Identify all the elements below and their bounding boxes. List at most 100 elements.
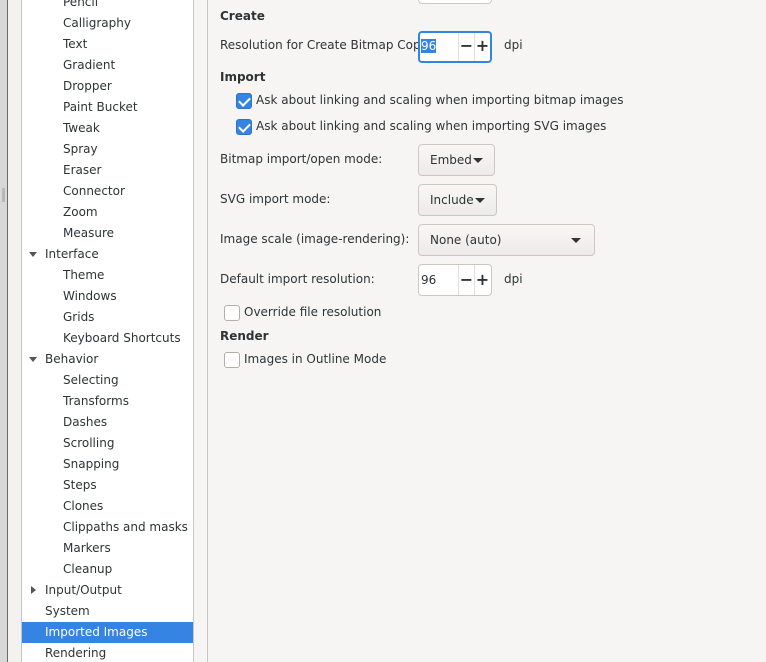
sidebar-item-label: Snapping: [63, 457, 120, 471]
sidebar-item-rendering[interactable]: Rendering: [22, 643, 193, 662]
minus-icon: −: [459, 270, 474, 289]
ask-svg-label[interactable]: Ask about linking and scaling when impor…: [256, 119, 606, 133]
sidebar-item-steps[interactable]: Steps: [22, 475, 193, 496]
create-resolution-label: Resolution for Create Bitmap Copy:: [220, 38, 431, 52]
sidebar-item-keyboard-shortcuts[interactable]: Keyboard Shortcuts: [22, 328, 193, 349]
sidebar-item-label: Spray: [63, 142, 98, 156]
create-resolution-spinbox[interactable]: 96 − +: [418, 31, 492, 63]
svg-mode-label: SVG import mode:: [220, 192, 331, 206]
sidebar-item-spray[interactable]: Spray: [22, 139, 193, 160]
sidebar-item-behavior[interactable]: Behavior: [22, 349, 193, 370]
default-res-label: Default import resolution:: [220, 272, 375, 286]
override-resolution-label[interactable]: Override file resolution: [244, 305, 381, 319]
window-frame-left: [0, 0, 8, 662]
image-scale-label: Image scale (image-rendering):: [220, 232, 410, 246]
sidebar-item-label: Imported Images: [45, 625, 148, 639]
default-res-unit: dpi: [504, 272, 523, 286]
sidebar-item-system[interactable]: System: [22, 601, 193, 622]
sidebar-item-snapping[interactable]: Snapping: [22, 454, 193, 475]
create-resolution-increment-button[interactable]: +: [474, 33, 490, 61]
sidebar-item-label: Steps: [63, 478, 97, 492]
ask-bitmap-label[interactable]: Ask about linking and scaling when impor…: [256, 93, 624, 107]
sidebar-item-label: Dashes: [63, 415, 108, 429]
sidebar-item-label: Gradient: [63, 58, 116, 72]
expander-down-icon[interactable]: [28, 349, 38, 370]
sidebar-item-label: Behavior: [45, 352, 99, 366]
override-resolution-checkbox[interactable]: [224, 305, 240, 321]
default-res-increment-button[interactable]: +: [474, 265, 490, 295]
sidebar-item-interface[interactable]: Interface: [22, 244, 193, 265]
sidebar-item-markers[interactable]: Markers: [22, 538, 193, 559]
create-resolution-unit: dpi: [504, 38, 523, 52]
minus-icon: −: [459, 36, 474, 55]
sidebar-item-transforms[interactable]: Transforms: [22, 391, 193, 412]
sidebar-item-label: Measure: [63, 226, 114, 240]
resize-grip[interactable]: [2, 188, 5, 202]
ask-bitmap-checkbox[interactable]: [236, 93, 252, 109]
partial-spinbox[interactable]: [418, 0, 492, 4]
sidebar-item-imported-images[interactable]: Imported Images: [22, 622, 193, 643]
ask-svg-checkbox[interactable]: [236, 119, 252, 135]
sidebar-item-label: Text: [63, 37, 88, 51]
sidebar-item-tweak[interactable]: Tweak: [22, 118, 193, 139]
create-resolution-decrement-button[interactable]: −: [458, 33, 474, 61]
svg-mode-dropdown[interactable]: Include: [418, 184, 497, 216]
sidebar-item-scrolling[interactable]: Scrolling: [22, 433, 193, 454]
sidebar-item-input-output[interactable]: Input/Output: [22, 580, 193, 601]
sidebar-item-label: Zoom: [63, 205, 98, 219]
default-res-input[interactable]: 96: [421, 265, 436, 295]
sidebar-item-windows[interactable]: Windows: [22, 286, 193, 307]
default-res-decrement-button[interactable]: −: [458, 265, 474, 295]
render-heading: Render: [220, 329, 269, 343]
sidebar-item-zoom[interactable]: Zoom: [22, 202, 193, 223]
sidebar-item-label: Windows: [63, 289, 117, 303]
sidebar-item-clones[interactable]: Clones: [22, 496, 193, 517]
chevron-down-icon: [571, 238, 581, 243]
sidebar-item-eraser[interactable]: Eraser: [22, 160, 193, 181]
sidebar-item-label: Clippaths and masks: [63, 520, 188, 534]
sidebar-item-label: Connector: [63, 184, 125, 198]
sidebar-item-dashes[interactable]: Dashes: [22, 412, 193, 433]
image-scale-dropdown[interactable]: None (auto): [418, 224, 595, 256]
sidebar-item-dropper[interactable]: Dropper: [22, 76, 193, 97]
import-heading: Import: [220, 70, 266, 84]
sidebar-item-gradient[interactable]: Gradient: [22, 55, 193, 76]
expander-right-icon[interactable]: [28, 580, 38, 601]
bitmap-mode-dropdown[interactable]: Embed: [418, 144, 495, 176]
chevron-down-icon: [475, 198, 485, 203]
sidebar-item-label: Theme: [63, 268, 105, 282]
sidebar-item-connector[interactable]: Connector: [22, 181, 193, 202]
sidebar-item-paint-bucket[interactable]: Paint Bucket: [22, 97, 193, 118]
plus-icon: +: [475, 36, 490, 55]
bitmap-mode-label: Bitmap import/open mode:: [220, 152, 383, 166]
sidebar-item-cleanup[interactable]: Cleanup: [22, 559, 193, 580]
outline-mode-label[interactable]: Images in Outline Mode: [244, 352, 386, 366]
svg-mode-value: Include: [430, 193, 474, 207]
image-scale-value: None (auto): [430, 233, 502, 247]
sidebar-item-selecting[interactable]: Selecting: [22, 370, 193, 391]
sidebar-item-label: Grids: [63, 310, 95, 324]
sidebar-item-calligraphy[interactable]: Calligraphy: [22, 13, 193, 34]
sidebar-item-grids[interactable]: Grids: [22, 307, 193, 328]
sidebar-item-measure[interactable]: Measure: [22, 223, 193, 244]
pane-separator[interactable]: [194, 0, 208, 662]
sidebar-item-pencil[interactable]: Pencil: [22, 0, 193, 13]
sidebar-item-theme[interactable]: Theme: [22, 265, 193, 286]
outline-mode-checkbox[interactable]: [224, 352, 240, 368]
create-resolution-input[interactable]: 96: [421, 33, 437, 61]
sidebar-item-text[interactable]: Text: [22, 34, 193, 55]
expander-down-icon[interactable]: [28, 244, 38, 265]
sidebar-item-label: Markers: [63, 541, 111, 555]
imported-images-page: Create Resolution for Create Bitmap Copy…: [208, 0, 766, 662]
sidebar-item-clippaths-and-masks[interactable]: Clippaths and masks: [22, 517, 193, 538]
bitmap-mode-value: Embed: [430, 153, 472, 167]
sidebar-item-label: Interface: [45, 247, 99, 261]
sidebar-item-label: Clones: [63, 499, 104, 513]
sidebar-item-label: Pencil: [63, 0, 99, 9]
sidebar-item-label: Input/Output: [45, 583, 122, 597]
sidebar-item-label: Scrolling: [63, 436, 115, 450]
default-res-spinbox[interactable]: 96 − +: [418, 264, 492, 296]
sidebar-gutter: [8, 0, 22, 662]
sidebar-item-label: Cleanup: [63, 562, 113, 576]
sidebar-item-label: Paint Bucket: [63, 100, 138, 114]
